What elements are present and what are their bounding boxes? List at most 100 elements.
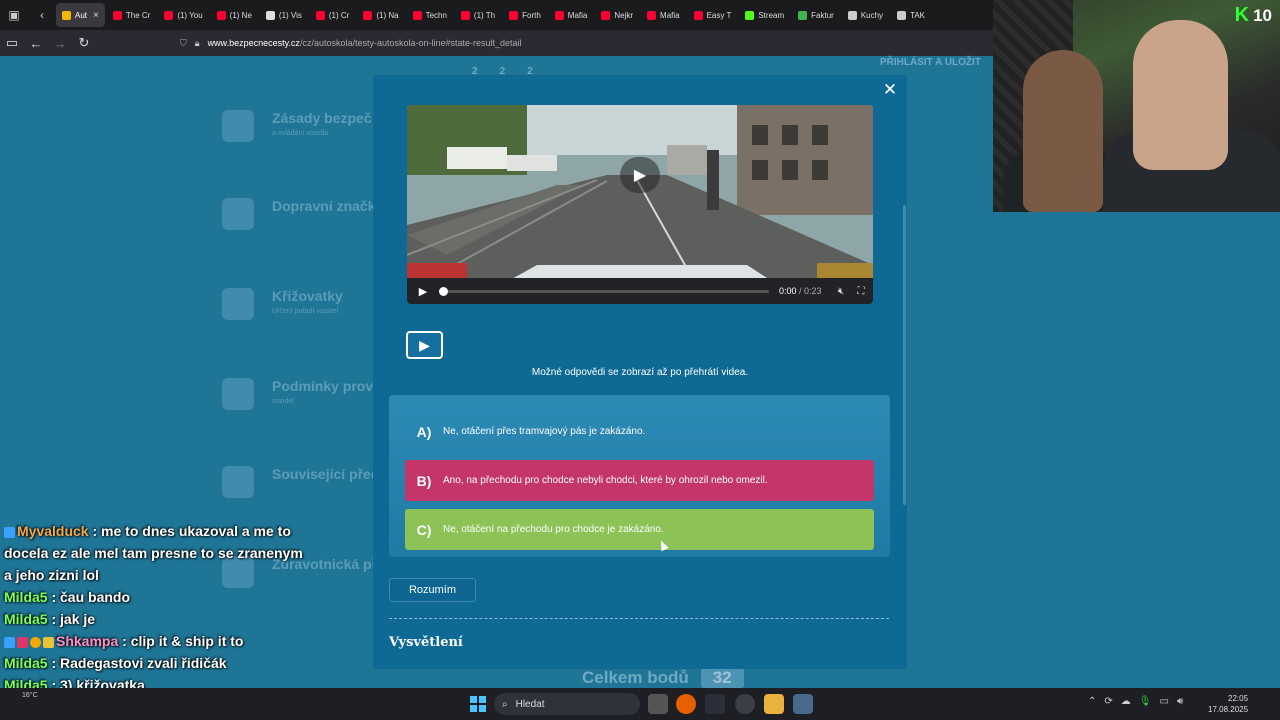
browser-tab[interactable]: (1) Th bbox=[455, 3, 501, 27]
chat-badge-icon bbox=[30, 636, 41, 648]
close-icon[interactable]: ✕ bbox=[881, 81, 899, 99]
answer-a[interactable]: A) Ne, otáčení přes tramvajový pás je za… bbox=[405, 411, 874, 452]
reload-button[interactable]: ↻ bbox=[72, 30, 96, 56]
category-intersections[interactable]: Křižovatky Určení pořadí vozidel bbox=[222, 288, 343, 320]
video-seek-handle[interactable] bbox=[439, 286, 448, 296]
browser-tab[interactable]: (1) You bbox=[158, 3, 208, 27]
tab-favicon-icon bbox=[897, 10, 907, 20]
browser-tab[interactable]: Easy T bbox=[688, 3, 738, 27]
file-explorer-icon[interactable] bbox=[764, 694, 784, 714]
tab-label: (1) Cr bbox=[328, 10, 350, 20]
tray-chevron-up-icon[interactable]: ⌃ bbox=[1088, 696, 1096, 707]
tab-favicon-icon bbox=[798, 10, 808, 20]
tab-label: Easy T bbox=[706, 10, 732, 20]
answer-letter: A) bbox=[416, 423, 432, 440]
traffic-sign-icon bbox=[222, 198, 254, 230]
category-subtitle: vozidel bbox=[272, 398, 294, 405]
steam-icon[interactable] bbox=[735, 694, 755, 714]
browser-tab[interactable]: The Cr bbox=[107, 3, 156, 27]
lock-icon[interactable]: 🔒︎ bbox=[195, 38, 200, 49]
browser-tab[interactable]: Faktur bbox=[792, 3, 840, 27]
network-icon[interactable]: ▭ bbox=[1159, 696, 1168, 707]
answer-b[interactable]: B) Ano, na přechodu pro chodce nebyli ch… bbox=[405, 460, 874, 501]
tab-favicon-icon bbox=[164, 10, 174, 20]
app-icon[interactable] bbox=[705, 694, 725, 714]
chat-message: Milda5 : jak je bbox=[4, 608, 304, 630]
chat-text: : čau bando bbox=[47, 589, 131, 605]
browser-tab[interactable]: (1) Na bbox=[357, 3, 404, 27]
answer-text: Ne, otáčení na přechodu pro chodce je za… bbox=[443, 524, 664, 535]
video-seek-bar[interactable] bbox=[439, 286, 769, 296]
video-frame bbox=[407, 105, 873, 304]
video-player[interactable]: ▶ ▶ 0:00 / 0:23 🔇︎ ⛶ bbox=[407, 105, 873, 304]
firefox-icon[interactable] bbox=[676, 694, 696, 714]
tracking-shield-icon[interactable]: ⛉ bbox=[180, 38, 187, 49]
chat-username: Milda5 bbox=[4, 589, 48, 605]
browser-tab[interactable]: Kuchy bbox=[842, 3, 889, 27]
browser-tab[interactable]: Mafia bbox=[641, 3, 686, 27]
tab-label: Nejkr bbox=[614, 10, 634, 20]
browser-tab[interactable]: TAK bbox=[891, 3, 931, 27]
forward-button[interactable]: → bbox=[48, 30, 72, 56]
tab-label: Mafia bbox=[660, 10, 680, 20]
clock-date: 17.08.2025 bbox=[1208, 705, 1249, 714]
explanation-title: Vysvětlení bbox=[389, 635, 463, 650]
browser-tab[interactable]: Nejkr bbox=[595, 3, 639, 27]
safety-icon bbox=[222, 110, 254, 142]
category-title: Zásady bezpeč bbox=[272, 110, 372, 126]
browser-tab[interactable]: Forth bbox=[503, 3, 547, 27]
video-big-play-icon[interactable]: ▶ bbox=[620, 157, 660, 193]
category-subtitle: Určení pořadí vozidel bbox=[272, 308, 339, 315]
volume-icon[interactable]: 🔊︎ bbox=[1177, 696, 1183, 707]
tab-list-icon[interactable]: ▣ bbox=[0, 0, 28, 30]
understand-button[interactable]: Rozumím bbox=[389, 578, 476, 602]
fullscreen-icon[interactable]: ⛶ bbox=[851, 286, 871, 297]
windows-start-icon[interactable] bbox=[470, 696, 486, 712]
login-save-link[interactable]: PŘIHLÁSIT A ULOŽIT bbox=[880, 57, 981, 68]
browser-tab[interactable]: Aut × bbox=[56, 3, 105, 27]
kick-viewers: K 10 bbox=[1235, 4, 1272, 27]
sidebar-toggle-icon[interactable]: ▭ bbox=[0, 30, 24, 56]
tab-close-icon[interactable]: × bbox=[93, 10, 99, 21]
url-host: www.bezpecnecesty.cz bbox=[207, 38, 300, 48]
tab-label: (1) Na bbox=[376, 10, 399, 20]
modal-scrollbar[interactable] bbox=[903, 205, 906, 505]
browser-tab[interactable]: Stream bbox=[739, 3, 790, 27]
taskbar-clock[interactable]: 22:05 17.08.2025 bbox=[1208, 693, 1248, 715]
settings-icon[interactable] bbox=[793, 694, 813, 714]
tray-sync-icon[interactable]: ⟳ bbox=[1104, 696, 1112, 707]
chat-message: Milda5 : Radegastovi zvali řidičák bbox=[4, 652, 304, 674]
category-title: Dopravní značk bbox=[272, 198, 376, 214]
task-view-icon[interactable] bbox=[648, 694, 668, 714]
tab-favicon-icon bbox=[363, 10, 373, 20]
webcam-face-right bbox=[1133, 20, 1228, 170]
total-score: Celkem bodů 32 bbox=[582, 668, 744, 688]
browser-tab[interactable]: (1) Ne bbox=[211, 3, 258, 27]
category-traffic-signs[interactable]: Dopravní značk bbox=[222, 198, 375, 230]
chat-username: Shkampa bbox=[56, 633, 119, 649]
category-related-regulations[interactable]: Související před bbox=[222, 466, 379, 498]
browser-tab[interactable]: (1) Cr bbox=[310, 3, 355, 27]
chat-badge-icon bbox=[17, 636, 28, 648]
tray-app-icon[interactable]: ☁ bbox=[1121, 696, 1131, 707]
tab-scroll-left-icon[interactable]: ‹ bbox=[28, 0, 56, 30]
back-button[interactable]: ← bbox=[24, 30, 48, 56]
taskbar-search[interactable]: ⌕ Hledat bbox=[494, 693, 640, 715]
category-safety[interactable]: Zásady bezpeč a ovládání vozidla bbox=[222, 110, 372, 142]
tab-label: The Cr bbox=[125, 10, 151, 20]
video-time-current: 0:00 bbox=[779, 286, 797, 296]
mute-icon[interactable]: 🔇︎ bbox=[831, 286, 851, 297]
browser-tab[interactable]: (1) Vis bbox=[260, 3, 308, 27]
replay-video-button[interactable]: ▶ bbox=[406, 331, 443, 359]
intersection-icon bbox=[222, 288, 254, 320]
browser-tab[interactable]: Mafia bbox=[549, 3, 594, 27]
answer-c[interactable]: C) Ne, otáčení na přechodu pro chodce je… bbox=[405, 509, 874, 550]
video-play-icon[interactable]: ▶ bbox=[407, 285, 439, 298]
address-bar[interactable]: ⛉ 🔒︎ www.bezpecnecesty.cz/cz/autoskola/t… bbox=[180, 34, 522, 52]
answers-hint: Možné odpovědi se zobrazí až po přehrátí… bbox=[531, 367, 749, 378]
tab-label: (1) Vis bbox=[278, 10, 302, 20]
microphone-icon[interactable]: 🎙︎ bbox=[1139, 696, 1152, 707]
browser-tab[interactable]: Techn bbox=[407, 3, 453, 27]
weather-widget[interactable]: 16°C bbox=[22, 692, 38, 699]
category-vehicle-conditions[interactable]: Podmínky prov vozidel bbox=[222, 378, 373, 410]
